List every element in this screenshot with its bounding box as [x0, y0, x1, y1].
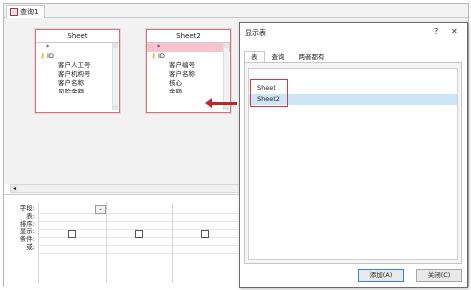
- table-title: Sheet2: [147, 30, 230, 43]
- grid-row-line: [38, 221, 238, 222]
- field-item[interactable]: 客户名称: [147, 70, 230, 79]
- scroll-left-icon[interactable]: ◂: [11, 185, 18, 192]
- field-item[interactable]: 风险金额: [36, 88, 119, 93]
- show-table-dialog: 显示表 ? ✕ 表 查询 两者都有 Sheet Sheet2 添加(A) 关闭(…: [239, 22, 468, 288]
- grid-row-line: [38, 245, 238, 246]
- table-list[interactable]: Sheet Sheet2: [248, 68, 458, 260]
- field-item[interactable]: 客户编号: [147, 61, 230, 70]
- chevron-down-icon: ⌄: [98, 206, 103, 212]
- document-tab-strip: 查询1: [4, 4, 468, 18]
- key-icon: ⚷: [40, 52, 46, 60]
- show-checkbox[interactable]: [201, 230, 209, 238]
- query-designer-window: 查询1 Sheet * ⚷ ID 客户人工号 客户机构号 客户名称 风险金额 Sh…: [3, 3, 469, 288]
- field-item[interactable]: 客户名称: [36, 79, 119, 88]
- show-checkbox[interactable]: [135, 230, 143, 238]
- highlight-box: [250, 79, 288, 107]
- dialog-title: 显示表: [245, 29, 266, 37]
- add-button[interactable]: 添加(A): [358, 269, 404, 282]
- close-button[interactable]: 关闭(C): [416, 269, 462, 282]
- grid-row-line: [38, 213, 238, 214]
- field-id[interactable]: ⚷ ID: [147, 52, 230, 61]
- dialog-tabs: 表 查询 两者都有: [244, 51, 332, 64]
- help-icon[interactable]: ?: [434, 27, 438, 36]
- grid-column-divider: [172, 203, 173, 283]
- grid-column-divider: [38, 203, 39, 283]
- field-all[interactable]: *: [147, 43, 230, 52]
- dialog-tab-panel: Sheet Sheet2: [244, 62, 462, 264]
- query-tab-label: 查询1: [20, 8, 39, 16]
- field-id[interactable]: ⚷ ID: [36, 52, 119, 61]
- field-item[interactable]: 客户机构号: [36, 70, 119, 79]
- show-checkbox[interactable]: [68, 230, 76, 238]
- row-label-or: 或:: [26, 242, 35, 251]
- table-sheet2[interactable]: Sheet2 * ⚷ ID 客户编号 客户名称 核心 金额: [146, 29, 231, 113]
- field-all[interactable]: *: [36, 43, 119, 52]
- table-title: Sheet: [36, 30, 119, 43]
- grid-row-line: [38, 253, 238, 254]
- field-item[interactable]: 金额: [147, 88, 230, 93]
- query-tab[interactable]: 查询1: [6, 5, 46, 18]
- horizontal-scrollbar[interactable]: ◂: [10, 184, 242, 193]
- key-icon: ⚷: [151, 52, 157, 60]
- table-sheet[interactable]: Sheet * ⚷ ID 客户人工号 客户机构号 客户名称 风险金额: [35, 29, 120, 113]
- grid-column-divider: [106, 203, 107, 283]
- table-scrollbar[interactable]: [223, 43, 229, 110]
- query-icon: [10, 8, 18, 16]
- close-icon[interactable]: ✕: [451, 27, 458, 36]
- annotation-arrow: [205, 98, 237, 108]
- field-item[interactable]: 核心: [147, 79, 230, 88]
- field-item[interactable]: 客户人工号: [36, 61, 119, 70]
- table-scrollbar[interactable]: [112, 43, 118, 110]
- field-dropdown[interactable]: ⌄: [95, 205, 106, 214]
- grid-row-labels: 字段: 表: 排序: 显示: 条件: 或:: [7, 204, 37, 252]
